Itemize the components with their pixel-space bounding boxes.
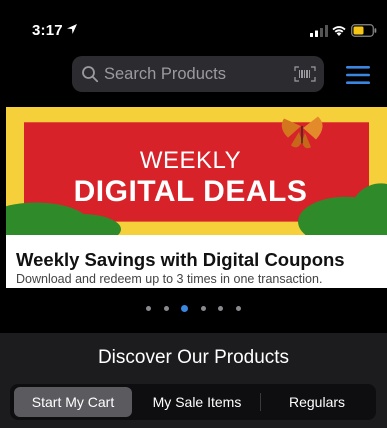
battery-icon bbox=[351, 24, 377, 37]
tab-my-sale-items[interactable]: My Sale Items bbox=[136, 387, 258, 417]
status-bar: 3:17 bbox=[0, 0, 387, 52]
cellular-signal-icon bbox=[310, 25, 328, 37]
carousel-dots bbox=[0, 300, 387, 313]
wifi-icon bbox=[332, 26, 346, 36]
banner-title: Weekly Savings with Digital Coupons bbox=[16, 249, 345, 270]
location-arrow-icon bbox=[67, 24, 77, 34]
carousel-dot[interactable] bbox=[218, 306, 224, 312]
carousel-dot[interactable] bbox=[200, 306, 206, 312]
carousel-dot[interactable] bbox=[235, 306, 241, 312]
banner-line-weekly: WEEKLY bbox=[139, 147, 242, 174]
banner-subtitle: Download and redeem up to 3 times in one… bbox=[16, 272, 323, 286]
tab-divider bbox=[260, 393, 261, 411]
tab-regulars[interactable]: Regulars bbox=[262, 387, 372, 417]
search-bar[interactable] bbox=[72, 56, 324, 92]
barcode-scan-icon[interactable] bbox=[294, 66, 316, 82]
search-icon bbox=[82, 66, 99, 83]
discover-title: Discover Our Products bbox=[97, 347, 290, 368]
discover-section: Discover Our Products Start My Cart My S… bbox=[0, 333, 387, 428]
banner-line-digital-deals: DIGITAL DEALS bbox=[73, 175, 308, 208]
carousel-dot[interactable] bbox=[163, 306, 169, 312]
hamburger-menu-icon[interactable] bbox=[345, 65, 371, 85]
product-tabs: Start My Cart My Sale Items Regulars bbox=[10, 384, 376, 420]
carousel-dot-active[interactable] bbox=[181, 305, 189, 313]
status-time: 3:17 bbox=[32, 22, 63, 39]
carousel-dot[interactable] bbox=[146, 306, 152, 312]
tab-start-my-cart[interactable]: Start My Cart bbox=[14, 387, 132, 417]
search-input[interactable] bbox=[104, 56, 284, 92]
